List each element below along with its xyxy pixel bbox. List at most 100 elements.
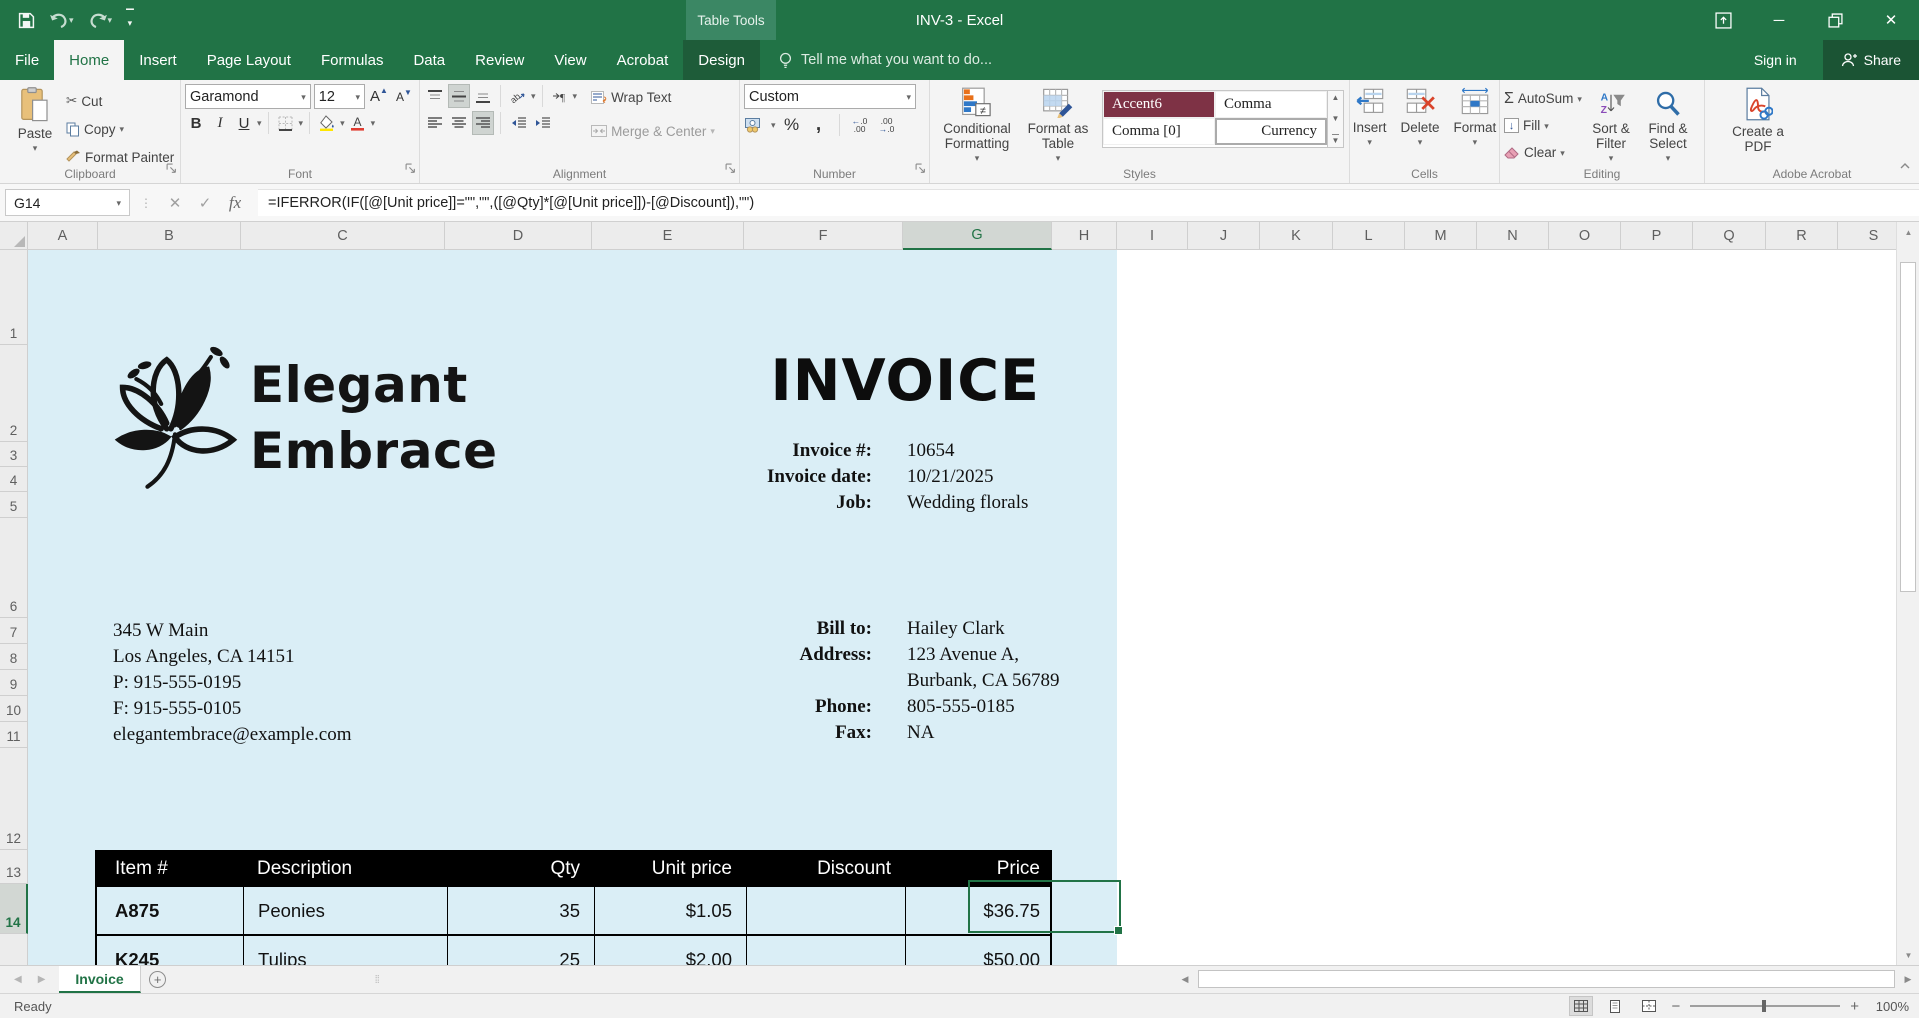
zoom-in-icon[interactable]: + xyxy=(1850,998,1859,1015)
restore-icon[interactable] xyxy=(1807,0,1863,40)
new-sheet-button[interactable]: + xyxy=(141,966,175,993)
tab-review[interactable]: Review xyxy=(460,40,539,80)
column-header-M[interactable]: M xyxy=(1405,222,1477,250)
column-header-L[interactable]: L xyxy=(1333,222,1405,250)
undo-icon[interactable]: ▾ xyxy=(49,13,74,28)
tab-file[interactable]: File xyxy=(0,40,54,80)
increase-font-icon[interactable]: A▲ xyxy=(368,85,390,109)
column-header-N[interactable]: N xyxy=(1477,222,1549,250)
minimize-icon[interactable]: ─ xyxy=(1751,0,1807,40)
cell-style-comma[interactable]: Comma xyxy=(1215,91,1327,118)
row-header-13[interactable]: 13 xyxy=(0,850,28,884)
row-header-4[interactable]: 4 xyxy=(0,467,28,492)
column-header-D[interactable]: D xyxy=(445,222,592,250)
autosum-button[interactable]: ΣAutoSum▾ xyxy=(1504,86,1582,111)
zoom-level[interactable]: 100% xyxy=(1869,999,1909,1014)
row-header-1[interactable]: 1 xyxy=(0,250,28,345)
column-header-Q[interactable]: Q xyxy=(1693,222,1766,250)
close-icon[interactable]: ✕ xyxy=(1863,0,1919,40)
increase-decimal-icon[interactable]: ←.0.00 xyxy=(849,113,871,137)
normal-view-icon[interactable] xyxy=(1569,996,1593,1016)
text-direction-icon[interactable]: ¶ xyxy=(549,84,571,108)
column-header-K[interactable]: K xyxy=(1260,222,1333,250)
horizontal-scrollbar[interactable]: ◀ ▶ xyxy=(1174,965,1919,993)
decrease-indent-icon[interactable] xyxy=(507,111,529,135)
align-left-icon[interactable] xyxy=(424,111,446,135)
sort-filter-button[interactable]: AZ Sort & Filter▾ xyxy=(1582,84,1640,165)
row-header-8[interactable]: 8 xyxy=(0,644,28,670)
borders-icon[interactable] xyxy=(275,111,297,135)
vertical-scroll-thumb[interactable] xyxy=(1900,262,1916,592)
redo-icon[interactable]: ▾ xyxy=(88,13,113,28)
accounting-format-icon[interactable] xyxy=(744,113,766,137)
find-select-button[interactable]: Find & Select▾ xyxy=(1640,84,1696,165)
bold-button[interactable]: B xyxy=(185,111,207,135)
gallery-up-icon[interactable]: ▲ xyxy=(1332,93,1340,102)
row-header-11[interactable]: 11 xyxy=(0,722,28,748)
collapse-ribbon-icon[interactable] xyxy=(1899,157,1911,175)
fill-color-icon[interactable] xyxy=(316,111,338,135)
items-cell[interactable]: $2.00 xyxy=(594,936,746,965)
column-header-J[interactable]: J xyxy=(1188,222,1260,250)
wrap-text-button[interactable]: Wrap Text xyxy=(591,84,715,110)
cell-style-currency[interactable]: Currency xyxy=(1215,118,1327,145)
font-family-select[interactable]: Garamond▾ xyxy=(185,84,311,109)
clear-button[interactable]: Clear▾ xyxy=(1504,140,1582,165)
bottom-align-icon[interactable] xyxy=(472,84,494,108)
column-header-O[interactable]: O xyxy=(1549,222,1621,250)
items-cell[interactable]: $1.05 xyxy=(594,887,746,934)
row-header-10[interactable]: 10 xyxy=(0,696,28,722)
items-cell[interactable] xyxy=(746,936,905,965)
format-as-table-button[interactable]: Format as Table▾ xyxy=(1020,84,1096,165)
paste-button[interactable]: Paste▾ xyxy=(4,84,66,170)
row-header-12[interactable]: 12 xyxy=(0,748,28,850)
percent-style-icon[interactable]: % xyxy=(781,113,803,137)
column-header-G[interactable]: G xyxy=(903,222,1052,250)
cell-style-accent6[interactable]: Accent6 xyxy=(1103,91,1215,118)
sheet-canvas[interactable]: Elegant Embrace INVOICE Invoice #:10654I… xyxy=(28,250,1896,965)
items-cell[interactable]: K245 xyxy=(97,936,243,965)
font-dialog-launcher-icon[interactable] xyxy=(405,161,416,179)
column-header-A[interactable]: A xyxy=(28,222,98,250)
tab-page-layout[interactable]: Page Layout xyxy=(192,40,306,80)
font-color-icon[interactable]: A xyxy=(347,111,369,135)
underline-button[interactable]: U xyxy=(233,111,255,135)
scroll-up-icon[interactable]: ▲ xyxy=(1897,222,1919,242)
delete-cells-button[interactable]: Delete▾ xyxy=(1394,84,1445,165)
enter-formula-icon[interactable]: ✓ xyxy=(190,194,220,212)
tell-me-box[interactable]: Tell me what you want to do... xyxy=(760,40,1010,80)
copy-button[interactable]: Copy▾ xyxy=(66,116,174,142)
column-header-I[interactable]: I xyxy=(1117,222,1188,250)
name-box[interactable]: G14▾ xyxy=(5,189,130,216)
zoom-slider-thumb[interactable] xyxy=(1762,1000,1766,1012)
number-format-select[interactable]: Custom▾ xyxy=(744,84,916,109)
row-header-6[interactable]: 6 xyxy=(0,518,28,618)
alignment-dialog-launcher-icon[interactable] xyxy=(725,161,736,179)
save-icon[interactable] xyxy=(18,12,35,29)
column-header-P[interactable]: P xyxy=(1621,222,1693,250)
customize-quick-access-icon[interactable]: ▔▾ xyxy=(126,13,134,27)
column-header-E[interactable]: E xyxy=(592,222,744,250)
format-cells-button[interactable]: Format▾ xyxy=(1448,84,1503,165)
font-size-select[interactable]: 12▾ xyxy=(314,84,365,109)
row-header-14[interactable]: 14 xyxy=(0,884,28,934)
select-all-corner[interactable] xyxy=(0,222,28,250)
fill-button[interactable]: ↓Fill▾ xyxy=(1504,113,1582,138)
gallery-more-icon[interactable]: ▼ xyxy=(1332,134,1340,145)
zoom-slider[interactable] xyxy=(1690,1005,1840,1007)
sheet-nav-right-icon[interactable]: ▶ xyxy=(38,974,46,985)
items-cell[interactable]: A875 xyxy=(97,887,243,934)
horizontal-scroll-thumb[interactable] xyxy=(1198,970,1895,988)
items-cell[interactable]: Peonies xyxy=(243,887,447,934)
conditional-formatting-button[interactable]: ≠ Conditional Formatting▾ xyxy=(934,84,1020,165)
column-header-R[interactable]: R xyxy=(1766,222,1838,250)
gallery-down-icon[interactable]: ▼ xyxy=(1332,114,1340,123)
cell-style-comma0[interactable]: Comma [0] xyxy=(1103,118,1215,145)
align-right-icon[interactable] xyxy=(472,111,494,135)
formula-input[interactable]: =IFERROR(IF([@[Unit price]]="","",([@Qty… xyxy=(258,189,1919,216)
scroll-left-icon[interactable]: ◀ xyxy=(1174,974,1196,985)
top-align-icon[interactable] xyxy=(424,84,446,108)
cut-button[interactable]: ✂Cut xyxy=(66,88,174,114)
tab-insert[interactable]: Insert xyxy=(124,40,192,80)
row-header-15[interactable]: 15 xyxy=(0,934,28,965)
